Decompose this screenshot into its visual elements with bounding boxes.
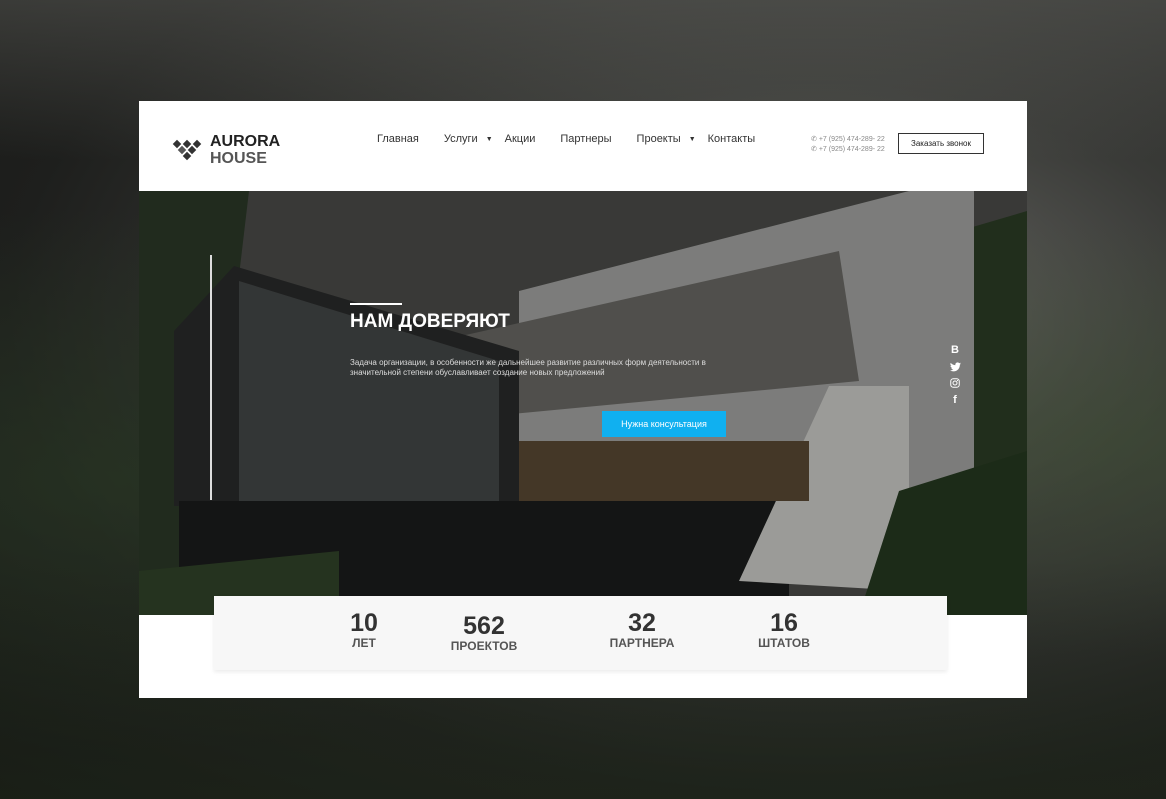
order-call-button[interactable]: Заказать звонок [898, 133, 984, 154]
logo-line2: HOUSE [210, 150, 267, 167]
stat-years: 10 ЛЕТ [344, 609, 384, 650]
logo-line1: AURORA [210, 133, 281, 150]
instagram-icon[interactable] [950, 378, 960, 388]
social-links: B f [948, 344, 962, 406]
stat-value: 562 [463, 612, 505, 640]
stat-label: ПРОЕКТОВ [450, 639, 518, 653]
hero-title: НАМ ДОВЕРЯЮТ [350, 311, 510, 332]
stats-bar: 10 ЛЕТ 562 ПРОЕКТОВ 32 ПАРТНЕРА 16 ШТАТОВ [214, 596, 947, 670]
facebook-icon[interactable]: f [953, 394, 957, 406]
stat-label: ПАРТНЕРА [609, 636, 675, 650]
nav-partners[interactable]: Партнеры [560, 133, 611, 145]
nav-projects-label: Проекты [636, 133, 681, 145]
stat-partners: 32 ПАРТНЕРА [597, 609, 687, 650]
phone-2-text: +7 (925) 474-289- 22 [818, 146, 885, 153]
title-underline [350, 303, 402, 305]
stat-label: ЛЕТ [352, 636, 376, 650]
stat-projects: 562 ПРОЕКТОВ [439, 612, 529, 653]
phone-icon: ✆ [811, 146, 819, 153]
caret-down-icon: ▼ [688, 135, 696, 143]
nav-services-label: Услуги [443, 133, 478, 145]
nav-projects[interactable]: Проекты ▼ [636, 133, 696, 145]
main-nav: Главная Услуги ▼ Акции Партнеры Проекты ▼ … [377, 133, 780, 145]
phone-1[interactable]: ✆ +7 (925) 474-289- 22 [811, 135, 885, 145]
hero: НАМ ДОВЕРЯЮТ Задача организации, в особе… [139, 191, 1027, 615]
website-mockup: AURORA HOUSE Главная Услуги ▼ Акции Партне… [139, 101, 1027, 698]
stat-value: 32 [628, 609, 656, 637]
hero-overlay [139, 191, 1027, 615]
nav-home[interactable]: Главная [377, 133, 419, 145]
vertical-divider [210, 255, 212, 500]
header: AURORA HOUSE Главная Услуги ▼ Акции Партне… [139, 101, 1027, 191]
twitter-icon[interactable] [949, 362, 961, 372]
caret-down-icon: ▼ [485, 135, 493, 143]
stat-staff: 16 ШТАТОВ [739, 609, 829, 650]
stat-label: ШТАТОВ [758, 636, 810, 650]
hero-description: Задача организации, в особенности же дал… [350, 358, 706, 377]
nav-promotions[interactable]: Акции [505, 133, 536, 145]
logo[interactable]: AURORA HOUSE [172, 133, 280, 167]
consultation-button[interactable]: Нужна консультация [602, 411, 726, 437]
phone-1-text: +7 (925) 474-289- 22 [818, 136, 885, 143]
phone-icon: ✆ [811, 136, 819, 143]
vk-icon[interactable]: B [951, 344, 959, 356]
stat-value: 16 [770, 609, 798, 637]
nav-contacts[interactable]: Контакты [708, 133, 756, 145]
stat-value: 10 [350, 609, 378, 637]
nav-services[interactable]: Услуги ▼ [443, 133, 493, 145]
phone-2[interactable]: ✆ +7 (925) 474-289- 22 [811, 145, 885, 155]
logo-diamonds-icon [172, 139, 202, 161]
phones: ✆ +7 (925) 474-289- 22 ✆ +7 (925) 474-28… [811, 135, 885, 155]
